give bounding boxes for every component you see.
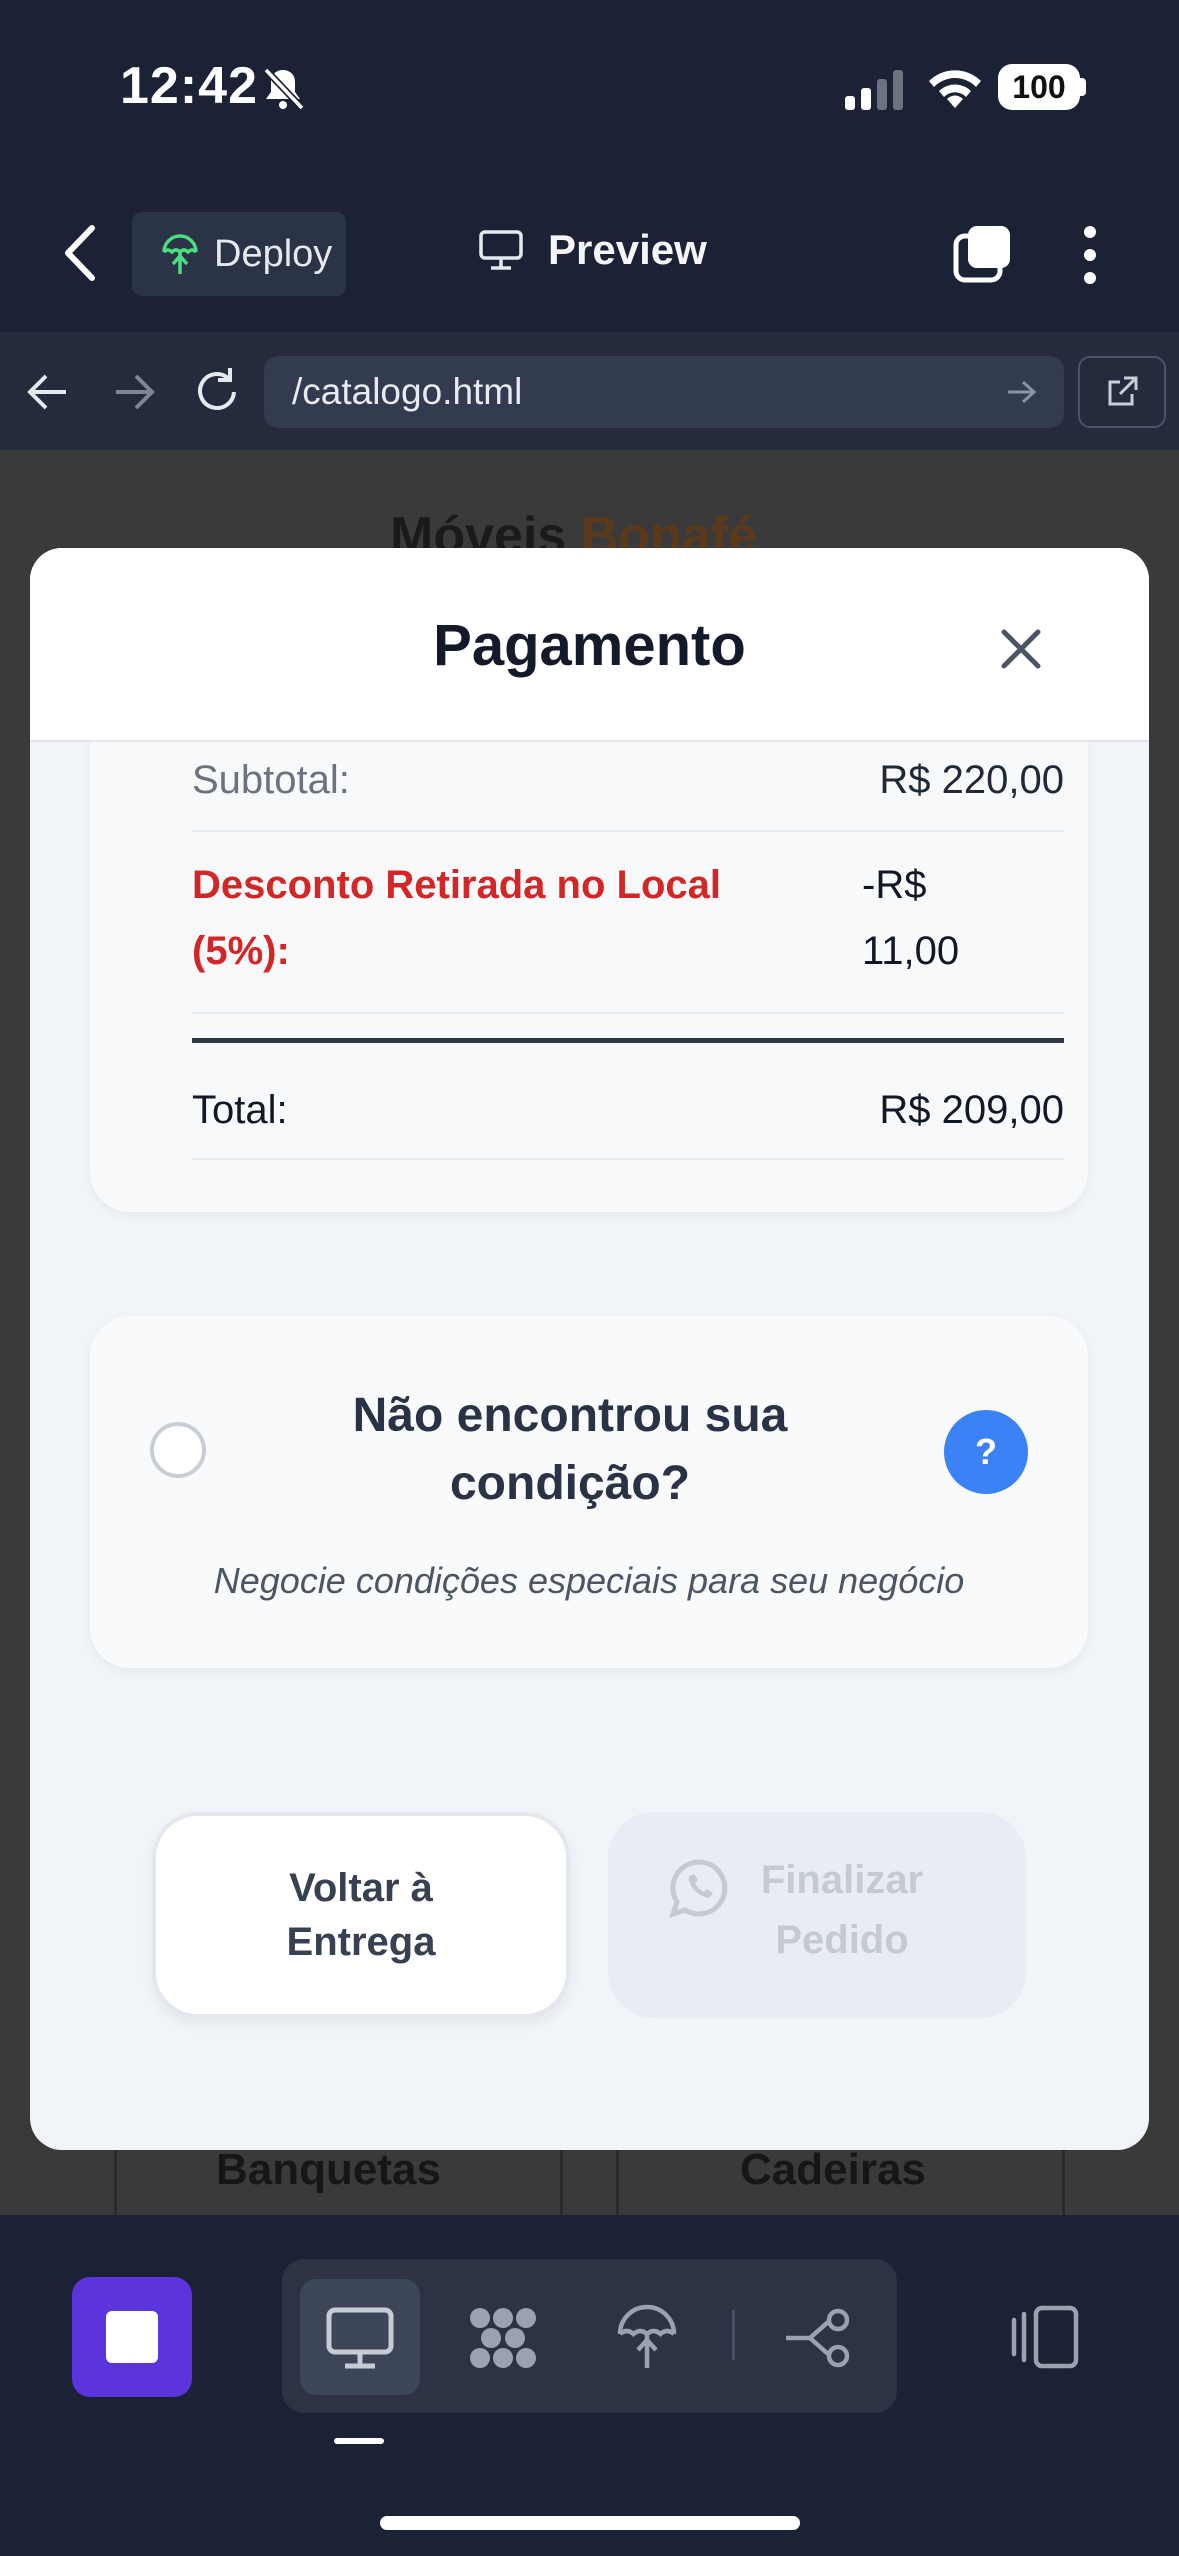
- custom-condition-radio[interactable]: [150, 1422, 206, 1478]
- deploy-tree-icon[interactable]: [610, 2304, 684, 2372]
- monitor-icon: [479, 230, 523, 270]
- back-chevron-icon[interactable]: [60, 222, 100, 284]
- back-to-delivery-label: Voltar à Entrega: [286, 1866, 436, 1964]
- category-cadeiras: Cadeiras: [740, 2145, 926, 2194]
- card-border: [1062, 2150, 1065, 2215]
- help-button[interactable]: ?: [944, 1410, 1028, 1494]
- reload-icon[interactable]: [194, 366, 240, 414]
- desktop-view-icon[interactable]: [323, 2304, 397, 2372]
- finish-order-button[interactable]: Finalizar Pedido: [608, 1812, 1026, 2018]
- divider: [192, 830, 1064, 832]
- subtotal-value: R$ 220,00: [879, 758, 1064, 802]
- preview-tab[interactable]: Preview: [478, 226, 707, 274]
- battery-indicator: 100: [998, 64, 1080, 110]
- divider: [192, 1158, 1064, 1160]
- finish-order-content: Finalizar Pedido: [667, 1850, 967, 1980]
- more-menu-icon[interactable]: [1080, 224, 1100, 286]
- category-banquetas: Banquetas: [216, 2145, 441, 2194]
- preview-label: Preview: [548, 226, 707, 273]
- deploy-icon: [162, 234, 198, 274]
- deploy-button[interactable]: Deploy: [132, 212, 346, 296]
- cell-signal-icon: [845, 70, 903, 110]
- whatsapp-icon: [669, 1859, 728, 1918]
- subtotal-label: Subtotal:: [192, 758, 350, 802]
- silent-bell-icon: [263, 67, 305, 111]
- custom-condition-card[interactable]: Não encontrou sua condição? ? Negocie co…: [90, 1316, 1088, 1668]
- stop-icon: [106, 2311, 158, 2363]
- card-border: [114, 2150, 117, 2215]
- panel-toggle-icon[interactable]: [1010, 2304, 1080, 2370]
- external-link-icon: [1108, 376, 1138, 406]
- custom-condition-subtitle: Negocie condições especiais para seu neg…: [213, 1560, 965, 1601]
- total-value: R$ 209,00: [879, 1088, 1064, 1132]
- total-label: Total:: [192, 1088, 288, 1132]
- discount-label: Desconto Retirada no Local (5%):: [192, 863, 721, 973]
- status-time: 12:42: [120, 57, 258, 115]
- order-summary-card: Subtotal: R$ 220,00 Desconto Retirada no…: [90, 688, 1088, 1212]
- total-divider: [192, 1038, 1064, 1043]
- browser-forward-icon[interactable]: [112, 372, 156, 412]
- card-border: [616, 2150, 619, 2215]
- url-text: /catalogo.html: [292, 371, 523, 412]
- wifi-icon: [929, 70, 981, 108]
- back-to-delivery-button[interactable]: Voltar à Entrega: [152, 1812, 570, 2018]
- workflow-icon[interactable]: [782, 2304, 856, 2372]
- toolbar-separator: [732, 2310, 735, 2360]
- open-external-button[interactable]: [1078, 356, 1166, 428]
- card-border: [560, 2150, 563, 2215]
- url-input[interactable]: /catalogo.html: [264, 356, 1064, 428]
- go-arrow-icon[interactable]: [1006, 379, 1036, 405]
- tabs-icon[interactable]: [952, 224, 1012, 284]
- components-icon[interactable]: [466, 2304, 540, 2372]
- modal-header: Pagamento: [30, 548, 1149, 742]
- discount-value: -R$ 11,00: [862, 863, 960, 973]
- close-icon[interactable]: [996, 624, 1046, 674]
- deploy-label: Deploy: [214, 232, 333, 275]
- payment-modal: Subtotal: R$ 220,00 Desconto Retirada no…: [30, 548, 1149, 2150]
- stop-button[interactable]: [72, 2277, 192, 2397]
- browser-back-icon[interactable]: [26, 372, 70, 412]
- custom-condition-title: Não encontrou sua condição?: [352, 1389, 788, 1510]
- home-indicator[interactable]: [380, 2516, 800, 2530]
- finish-order-label: Finalizar Pedido: [760, 1858, 924, 1962]
- divider: [192, 1012, 1064, 1014]
- battery-nub: [1080, 78, 1086, 96]
- modal-title: Pagamento: [433, 613, 746, 678]
- active-tab-indicator: [334, 2438, 384, 2444]
